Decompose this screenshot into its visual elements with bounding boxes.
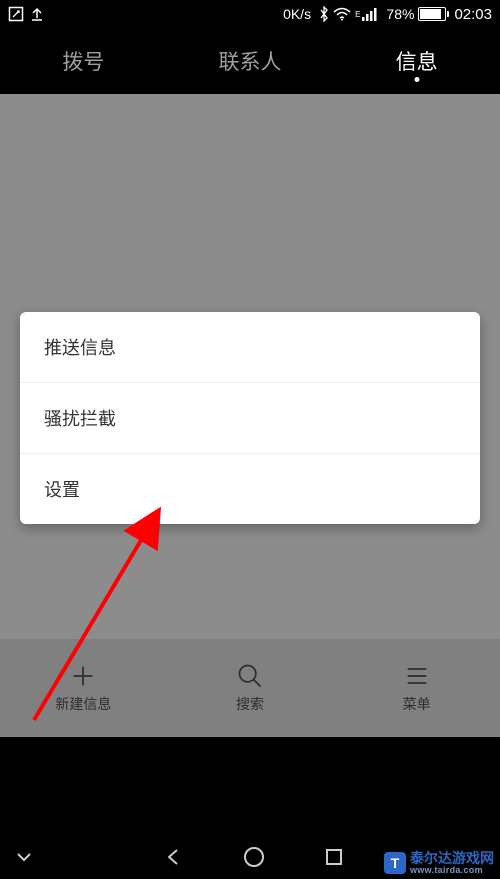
- nav-recent-button[interactable]: [322, 845, 346, 869]
- nav-dropdown-button[interactable]: [12, 845, 36, 869]
- tab-dial[interactable]: 拨号: [0, 28, 167, 94]
- bluetooth-icon: [319, 6, 329, 22]
- status-bar: 0K/s E 78% 02:03: [0, 0, 500, 28]
- battery-icon: [418, 7, 446, 21]
- tab-bar: 拨号 联系人 信息: [0, 28, 500, 94]
- nav-home-button[interactable]: [242, 845, 266, 869]
- tab-contacts[interactable]: 联系人: [167, 28, 334, 94]
- menu-item-settings[interactable]: 设置: [20, 454, 480, 524]
- wifi-icon: [333, 7, 351, 21]
- upload-icon: [30, 6, 44, 22]
- clock: 02:03: [454, 6, 492, 23]
- network-type-icon: E: [355, 10, 360, 19]
- network-speed: 0K/s: [283, 6, 311, 22]
- signal-icon: [362, 7, 378, 21]
- system-nav-bar: [0, 835, 500, 879]
- battery-percent: 78%: [386, 6, 414, 22]
- menu-item-push[interactable]: 推送信息: [20, 312, 480, 383]
- status-right: 0K/s E 78% 02:03: [283, 6, 492, 23]
- status-left: [8, 6, 44, 22]
- compose-icon: [8, 6, 24, 22]
- phone-screen: 0K/s E 78% 02:03 拨号 联系人 信息 新建信息: [0, 0, 500, 835]
- tab-messages[interactable]: 信息: [333, 28, 500, 94]
- context-menu: 推送信息 骚扰拦截 设置: [20, 312, 480, 524]
- nav-back-button[interactable]: [162, 845, 186, 869]
- menu-item-block[interactable]: 骚扰拦截: [20, 383, 480, 454]
